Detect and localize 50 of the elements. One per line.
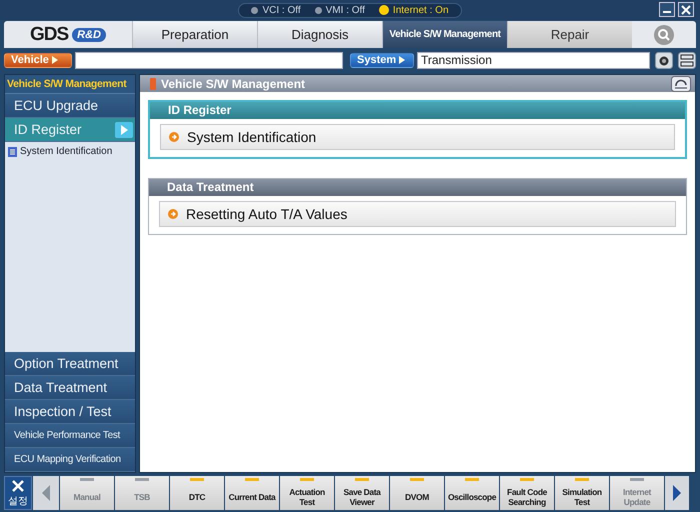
menu-item[interactable]: System Identification bbox=[160, 124, 675, 150]
toolbar-button[interactable]: Current Data bbox=[225, 476, 279, 510]
system-field[interactable]: Transmission bbox=[417, 52, 650, 68]
minimize-icon bbox=[663, 11, 671, 13]
bullet-icon bbox=[169, 132, 179, 142]
arrow-icon bbox=[399, 56, 406, 64]
arrow-icon bbox=[52, 56, 58, 64]
section-header: ID Register bbox=[150, 102, 685, 119]
tab[interactable]: Diagnosis bbox=[257, 21, 382, 48]
toolbar-button[interactable]: DVOM bbox=[390, 476, 444, 510]
tab[interactable]: Repair bbox=[507, 21, 632, 48]
logo-badge: R&D bbox=[72, 28, 106, 42]
sidebar-item[interactable]: Option Treatment bbox=[5, 352, 135, 376]
section-header: Data Treatment bbox=[149, 179, 686, 196]
content-title: Vehicle S/W Management bbox=[161, 76, 306, 90]
document-icon bbox=[8, 146, 17, 156]
vehicle-field[interactable] bbox=[75, 52, 343, 68]
left-arrow-icon bbox=[41, 484, 51, 502]
toolbar-button[interactable]: Actuation Test bbox=[280, 476, 334, 510]
status-indicator: Internet : On bbox=[378, 4, 449, 16]
settings-button[interactable]: 설정 bbox=[4, 476, 32, 510]
tab[interactable]: Preparation bbox=[132, 21, 257, 48]
toolbar-button[interactable]: Simulation Test bbox=[555, 476, 609, 510]
menu-item[interactable]: Resetting Auto T/A Values bbox=[159, 201, 676, 227]
toolbar-button[interactable]: Fault Code Searching bbox=[500, 476, 554, 510]
layout-icon[interactable] bbox=[678, 52, 696, 68]
close-button[interactable] bbox=[678, 2, 694, 17]
sub-item[interactable]: System Identification bbox=[8, 146, 132, 157]
toolbar-button[interactable]: Oscilloscope bbox=[445, 476, 499, 510]
close-icon bbox=[681, 4, 691, 14]
sidebar-item[interactable]: Vehicle Performance Test bbox=[5, 424, 135, 448]
sidebar-item[interactable]: ECU Mapping Verification bbox=[5, 448, 135, 472]
status-indicator: VMI : Off bbox=[314, 4, 365, 16]
bullet-icon bbox=[168, 209, 178, 219]
sidebar-item[interactable]: ECU Upgrade bbox=[5, 94, 135, 118]
camera-icon[interactable] bbox=[655, 52, 673, 68]
retry-icon[interactable] bbox=[671, 76, 691, 92]
marker-icon bbox=[150, 78, 156, 90]
sidebar-item[interactable]: Inspection / Test bbox=[5, 400, 135, 424]
logo-mark: GDS bbox=[30, 24, 68, 46]
status-indicator: VCI : Off bbox=[251, 4, 301, 16]
tab[interactable]: Vehicle S/W Management bbox=[382, 21, 507, 48]
search-icon[interactable] bbox=[653, 24, 675, 46]
toolbar-button[interactable]: Save Data Viewer bbox=[335, 476, 389, 510]
scroll-right-button[interactable] bbox=[665, 476, 689, 510]
minimize-button[interactable] bbox=[659, 2, 675, 17]
toolbar-button[interactable]: DTC bbox=[170, 476, 224, 510]
system-button[interactable]: System bbox=[350, 52, 414, 68]
sidebar-item[interactable]: Data Treatment bbox=[5, 376, 135, 400]
right-arrow-icon bbox=[672, 484, 682, 502]
